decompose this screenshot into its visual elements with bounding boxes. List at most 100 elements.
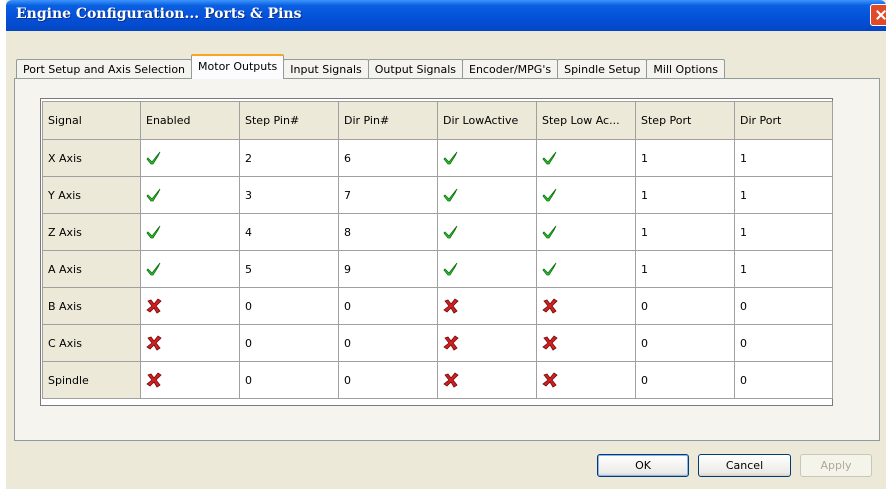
dir-low-active-cell[interactable] [437,324,537,362]
enabled-cell[interactable] [140,250,240,288]
step-low-active-cell[interactable] [536,361,636,399]
step-port-cell[interactable]: 0 [635,324,735,362]
check-icon[interactable] [542,150,558,166]
check-icon[interactable] [443,224,459,240]
enabled-cell[interactable] [140,176,240,214]
column-header[interactable]: Step Port [635,101,735,140]
signal-cell[interactable]: X Axis [42,139,141,177]
tab-output-signals[interactable]: Output Signals [367,59,463,79]
cross-icon[interactable] [146,335,162,351]
step-port-cell[interactable]: 0 [635,361,735,399]
enabled-cell[interactable] [140,361,240,399]
step-low-active-cell[interactable] [536,176,636,214]
title-bar[interactable]: Engine Configuration... Ports & Pins [6,0,886,31]
dir-low-active-cell[interactable] [437,250,537,288]
signal-cell[interactable]: Y Axis [42,176,141,214]
dir-port-cell[interactable]: 1 [734,176,833,214]
dir-pin-cell[interactable]: 0 [338,287,438,325]
signal-cell[interactable]: C Axis [42,324,141,362]
signal-cell[interactable]: A Axis [42,250,141,288]
step-port-cell[interactable]: 1 [635,250,735,288]
step-low-active-cell[interactable] [536,250,636,288]
step-port-cell[interactable]: 1 [635,213,735,251]
table-row[interactable]: A Axis 5 9 1 1 [42,250,833,288]
column-header[interactable]: Dir Port [734,101,833,140]
dir-port-cell[interactable]: 1 [734,139,833,177]
cancel-button[interactable]: Cancel [698,454,791,477]
table-row[interactable]: X Axis 2 6 1 1 [42,139,833,177]
tab-mill-options[interactable]: Mill Options [646,59,726,79]
step-pin-cell[interactable]: 0 [239,324,339,362]
cross-icon[interactable] [542,298,558,314]
tab-input-signals[interactable]: Input Signals [283,59,369,79]
dir-pin-cell[interactable]: 8 [338,213,438,251]
column-header[interactable]: Dir Pin# [338,101,438,140]
apply-button[interactable]: Apply [800,454,872,477]
enabled-cell[interactable] [140,139,240,177]
dir-port-cell[interactable]: 0 [734,287,833,325]
check-icon[interactable] [542,224,558,240]
cross-icon[interactable] [542,372,558,388]
step-low-active-cell[interactable] [536,324,636,362]
step-pin-cell[interactable]: 0 [239,287,339,325]
dir-low-active-cell[interactable] [437,361,537,399]
signal-cell[interactable]: Z Axis [42,213,141,251]
signal-cell[interactable]: Spindle [42,361,141,399]
step-port-cell[interactable]: 0 [635,287,735,325]
check-icon[interactable] [146,261,162,277]
cross-icon[interactable] [146,298,162,314]
step-low-active-cell[interactable] [536,287,636,325]
column-header[interactable]: Step Pin# [239,101,339,140]
dir-low-active-cell[interactable] [437,213,537,251]
check-icon[interactable] [443,150,459,166]
check-icon[interactable] [443,187,459,203]
check-icon[interactable] [146,187,162,203]
table-row[interactable]: Y Axis 3 7 1 1 [42,176,833,214]
check-icon[interactable] [542,187,558,203]
step-pin-cell[interactable]: 2 [239,139,339,177]
dir-low-active-cell[interactable] [437,139,537,177]
table-row[interactable]: B Axis 0 0 0 0 [42,287,833,325]
enabled-cell[interactable] [140,324,240,362]
step-port-cell[interactable]: 1 [635,139,735,177]
dir-port-cell[interactable]: 0 [734,324,833,362]
cross-icon[interactable] [542,335,558,351]
cross-icon[interactable] [146,372,162,388]
dir-port-cell[interactable]: 1 [734,250,833,288]
tab-port-setup[interactable]: Port Setup and Axis Selection [16,59,193,79]
dir-pin-cell[interactable]: 7 [338,176,438,214]
table-row[interactable]: Z Axis 4 8 1 1 [42,213,833,251]
enabled-cell[interactable] [140,213,240,251]
step-pin-cell[interactable]: 4 [239,213,339,251]
ok-button[interactable]: OK [597,454,689,477]
step-port-cell[interactable]: 1 [635,176,735,214]
cross-icon[interactable] [443,372,459,388]
tab-spindle-setup[interactable]: Spindle Setup [557,59,648,79]
tab-motor-outputs[interactable]: Motor Outputs [191,54,285,79]
column-header[interactable]: Signal [42,101,141,140]
dir-port-cell[interactable]: 0 [734,361,833,399]
enabled-cell[interactable] [140,287,240,325]
step-low-active-cell[interactable] [536,213,636,251]
column-header[interactable]: Step Low Ac... [536,101,636,140]
check-icon[interactable] [443,261,459,277]
column-header[interactable]: Enabled [140,101,240,140]
step-pin-cell[interactable]: 3 [239,176,339,214]
dir-low-active-cell[interactable] [437,287,537,325]
dir-port-cell[interactable]: 1 [734,213,833,251]
signal-cell[interactable]: B Axis [42,287,141,325]
step-pin-cell[interactable]: 0 [239,361,339,399]
step-pin-cell[interactable]: 5 [239,250,339,288]
table-row[interactable]: C Axis 0 0 0 0 [42,324,833,362]
column-header[interactable]: Dir LowActive [437,101,537,140]
close-icon[interactable] [870,4,886,26]
check-icon[interactable] [146,224,162,240]
dir-pin-cell[interactable]: 6 [338,139,438,177]
table-row[interactable]: Spindle 0 0 0 0 [42,361,833,399]
cross-icon[interactable] [443,298,459,314]
dir-pin-cell[interactable]: 0 [338,324,438,362]
step-low-active-cell[interactable] [536,139,636,177]
cross-icon[interactable] [443,335,459,351]
dir-pin-cell[interactable]: 9 [338,250,438,288]
check-icon[interactable] [542,261,558,277]
